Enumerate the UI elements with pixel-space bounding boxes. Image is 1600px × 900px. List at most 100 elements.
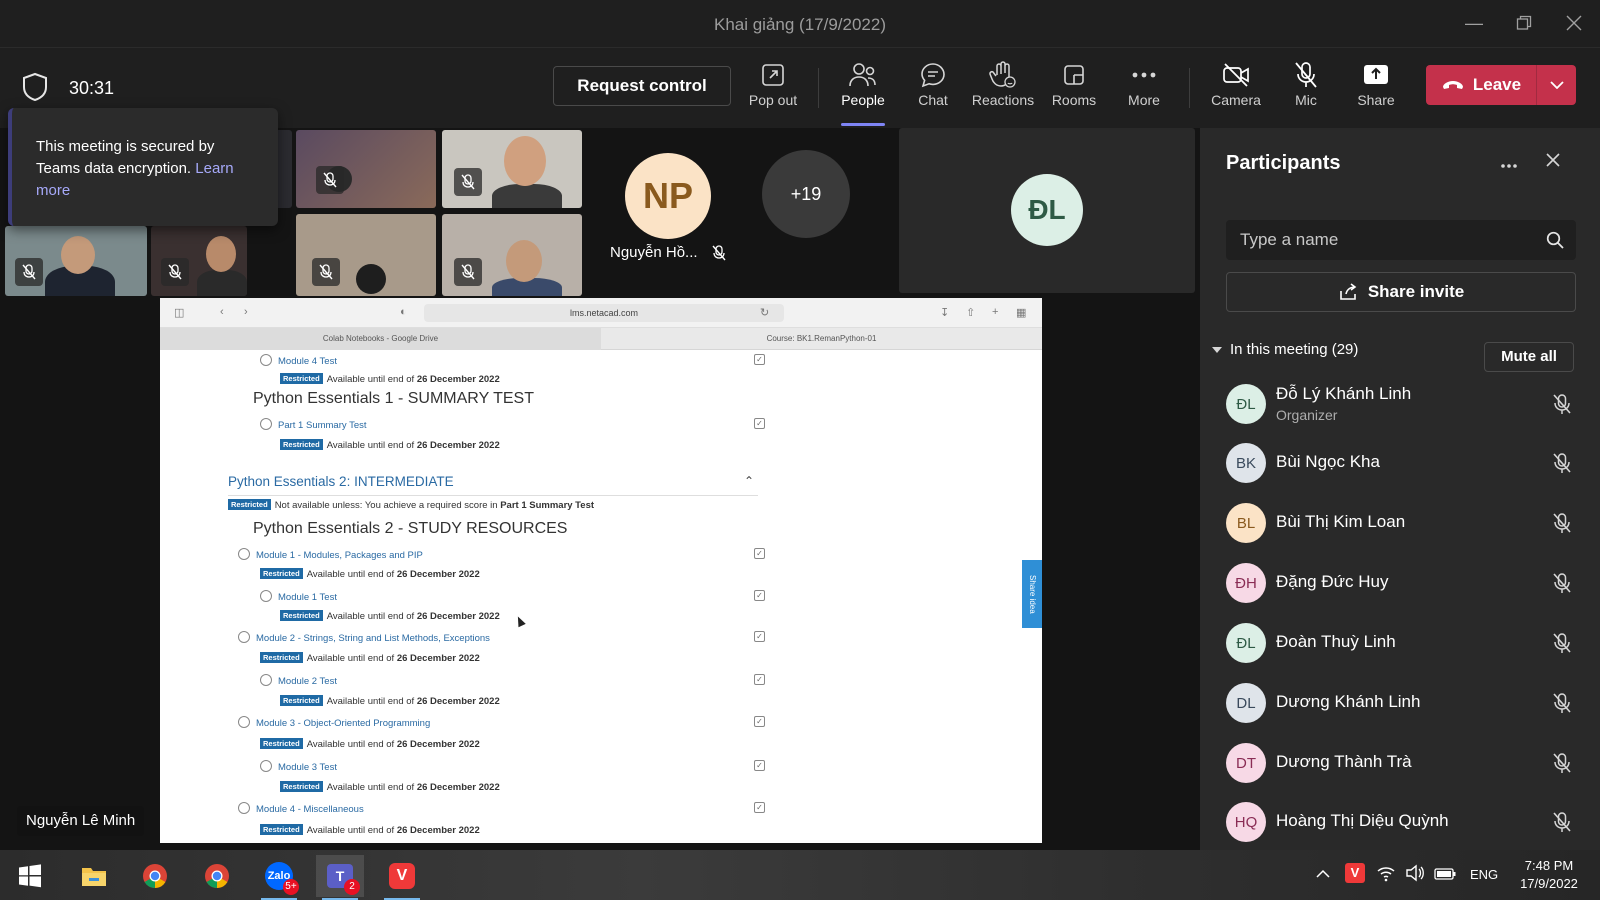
popout-button[interactable]: Pop out bbox=[741, 60, 805, 120]
list-item[interactable]: Module 4 Test bbox=[260, 354, 337, 367]
video-tile[interactable] bbox=[442, 130, 582, 208]
list-item[interactable]: Module 1 - Modules, Packages and PIP bbox=[238, 548, 423, 561]
participant-name: Đỗ Lý Khánh Linh bbox=[1276, 384, 1412, 403]
vivaldi-tray-icon[interactable]: V bbox=[1345, 863, 1365, 883]
list-item[interactable]: Module 3 Test bbox=[260, 760, 337, 773]
video-tile[interactable] bbox=[296, 214, 436, 296]
participant-row[interactable]: ĐH Đặng Đức Huy bbox=[1226, 555, 1576, 611]
participant-row[interactable]: BK Bùi Ngọc Kha bbox=[1226, 435, 1576, 491]
browser-tab[interactable]: Course: BK1.RemanPython-01 bbox=[601, 328, 1042, 350]
participant-row[interactable]: DL Dương Khánh Linh bbox=[1226, 675, 1576, 731]
browser-tab[interactable]: Colab Notebooks - Google Drive bbox=[160, 328, 601, 350]
completion-checkbox[interactable]: ✓ bbox=[754, 802, 765, 813]
more-options-icon[interactable] bbox=[1500, 156, 1518, 174]
chrome-profile-icon[interactable] bbox=[193, 855, 241, 897]
input-language[interactable]: ENG bbox=[1470, 867, 1498, 882]
tabs-overview-icon[interactable]: ▦ bbox=[1016, 306, 1026, 319]
participant-row[interactable]: HQ Hoàng Thị Diệu Quỳnh bbox=[1226, 794, 1576, 850]
search-icon[interactable] bbox=[1546, 231, 1564, 254]
participants-panel: Participants Share invite In this meetin… bbox=[1200, 128, 1600, 850]
restriction-note: Restricted Available until end of 26 Dece… bbox=[280, 439, 500, 451]
completion-checkbox[interactable]: ✓ bbox=[754, 631, 765, 642]
chevron-up-icon[interactable] bbox=[1316, 866, 1330, 884]
participant-row[interactable]: ĐL Đoàn Thuỳ Linh bbox=[1226, 615, 1576, 671]
share-idea-tab[interactable]: Share idea bbox=[1022, 560, 1042, 628]
close-icon[interactable] bbox=[1561, 10, 1587, 36]
vivaldi-icon[interactable]: V bbox=[378, 855, 426, 900]
request-control-button[interactable]: Request control bbox=[553, 66, 731, 106]
system-clock[interactable]: 7:48 PM 17/9/2022 bbox=[1512, 857, 1586, 893]
completion-checkbox[interactable]: ✓ bbox=[754, 548, 765, 559]
completion-checkbox[interactable]: ✓ bbox=[754, 590, 765, 601]
share-icon[interactable]: ⇧ bbox=[966, 306, 975, 319]
zalo-icon[interactable]: Zalo 5+ bbox=[255, 855, 303, 900]
reactions-button[interactable]: Reactions bbox=[971, 60, 1035, 120]
sidebar-icon[interactable]: ◫ bbox=[174, 306, 184, 319]
participant-name: Nguyễn Hồ... bbox=[610, 244, 698, 261]
list-item[interactable]: Module 4 - Miscellaneous bbox=[238, 802, 364, 815]
avatar[interactable]: NP bbox=[625, 153, 711, 239]
shared-screen: ◫ ‹ › ◐ lms.netacad.com ↻ ↧ ⇧ + ▦ Colab … bbox=[160, 298, 1042, 843]
mic-button[interactable]: Mic bbox=[1274, 60, 1338, 120]
back-icon[interactable]: ‹ bbox=[220, 306, 224, 318]
section-title[interactable]: Python Essentials 2: INTERMEDIATE bbox=[228, 474, 454, 489]
list-item[interactable]: Module 3 - Object-Oriented Programming bbox=[238, 716, 430, 729]
video-tile[interactable] bbox=[296, 130, 436, 208]
wifi-icon[interactable] bbox=[1376, 864, 1396, 887]
rooms-button[interactable]: Rooms bbox=[1042, 60, 1106, 120]
video-tile[interactable]: ĐL bbox=[899, 128, 1195, 293]
share-button[interactable]: Share bbox=[1344, 60, 1408, 120]
completion-checkbox[interactable]: ✓ bbox=[754, 354, 765, 365]
windows-start-icon[interactable] bbox=[6, 855, 54, 897]
teams-icon[interactable]: T 2 bbox=[316, 855, 364, 900]
list-item[interactable]: Module 2 - Strings, String and List Meth… bbox=[238, 631, 490, 644]
completion-checkbox[interactable]: ✓ bbox=[754, 418, 765, 429]
list-item[interactable]: Module 2 Test bbox=[260, 674, 337, 687]
leave-main[interactable]: Leave bbox=[1426, 65, 1536, 105]
chevron-up-icon[interactable]: ⌃ bbox=[744, 474, 754, 488]
battery-icon[interactable] bbox=[1434, 867, 1456, 885]
chevron-down-icon[interactable] bbox=[1537, 65, 1576, 105]
participant-row[interactable]: BL Bùi Thị Kim Loan bbox=[1226, 495, 1576, 551]
quiz-icon bbox=[260, 760, 272, 772]
camera-button[interactable]: Camera bbox=[1204, 60, 1268, 120]
list-item[interactable]: Module 1 Test bbox=[260, 590, 337, 603]
close-icon[interactable] bbox=[1545, 152, 1561, 173]
completion-checkbox[interactable]: ✓ bbox=[754, 674, 765, 685]
quiz-icon bbox=[260, 590, 272, 602]
overflow-participants-button[interactable]: +19 bbox=[762, 150, 850, 238]
completion-checkbox[interactable]: ✓ bbox=[754, 760, 765, 771]
participant-row[interactable]: DT Dương Thành Trà bbox=[1226, 735, 1576, 791]
more-button[interactable]: More bbox=[1112, 60, 1176, 120]
video-tile[interactable] bbox=[5, 226, 147, 296]
completion-checkbox[interactable]: ✓ bbox=[754, 716, 765, 727]
module-icon bbox=[238, 716, 250, 728]
new-tab-icon[interactable]: + bbox=[992, 306, 998, 318]
minimize-icon[interactable]: — bbox=[1461, 10, 1487, 36]
forward-icon[interactable]: › bbox=[244, 306, 248, 318]
participant-row[interactable]: ĐL Đỗ Lý Khánh Linh Organizer bbox=[1226, 376, 1576, 432]
people-button[interactable]: People bbox=[831, 60, 895, 126]
participant-name: Bùi Ngọc Kha bbox=[1276, 452, 1380, 471]
restore-icon[interactable] bbox=[1511, 10, 1537, 36]
chrome-icon[interactable] bbox=[131, 855, 179, 897]
volume-icon[interactable] bbox=[1405, 864, 1425, 887]
participant-silhouette bbox=[504, 136, 546, 186]
reload-icon[interactable]: ↻ bbox=[760, 306, 769, 319]
avatar: BL bbox=[1226, 503, 1266, 543]
address-bar[interactable]: lms.netacad.com bbox=[424, 304, 784, 322]
share-invite-button[interactable]: Share invite bbox=[1226, 272, 1576, 312]
list-item[interactable]: Part 1 Summary Test bbox=[260, 418, 367, 431]
shield-icon[interactable] bbox=[22, 72, 48, 107]
mute-all-button[interactable]: Mute all bbox=[1484, 342, 1574, 372]
file-explorer-icon[interactable] bbox=[70, 855, 118, 897]
quiz-icon bbox=[260, 674, 272, 686]
leave-button[interactable]: Leave bbox=[1426, 65, 1576, 105]
download-icon[interactable]: ↧ bbox=[940, 306, 949, 319]
chat-button[interactable]: Chat bbox=[901, 60, 965, 120]
search-input[interactable] bbox=[1226, 220, 1536, 260]
video-tile[interactable] bbox=[151, 226, 247, 296]
participant-name: Đặng Đức Huy bbox=[1276, 572, 1389, 591]
in-meeting-header[interactable]: In this meeting (29) bbox=[1212, 341, 1358, 358]
video-tile[interactable] bbox=[442, 214, 582, 296]
